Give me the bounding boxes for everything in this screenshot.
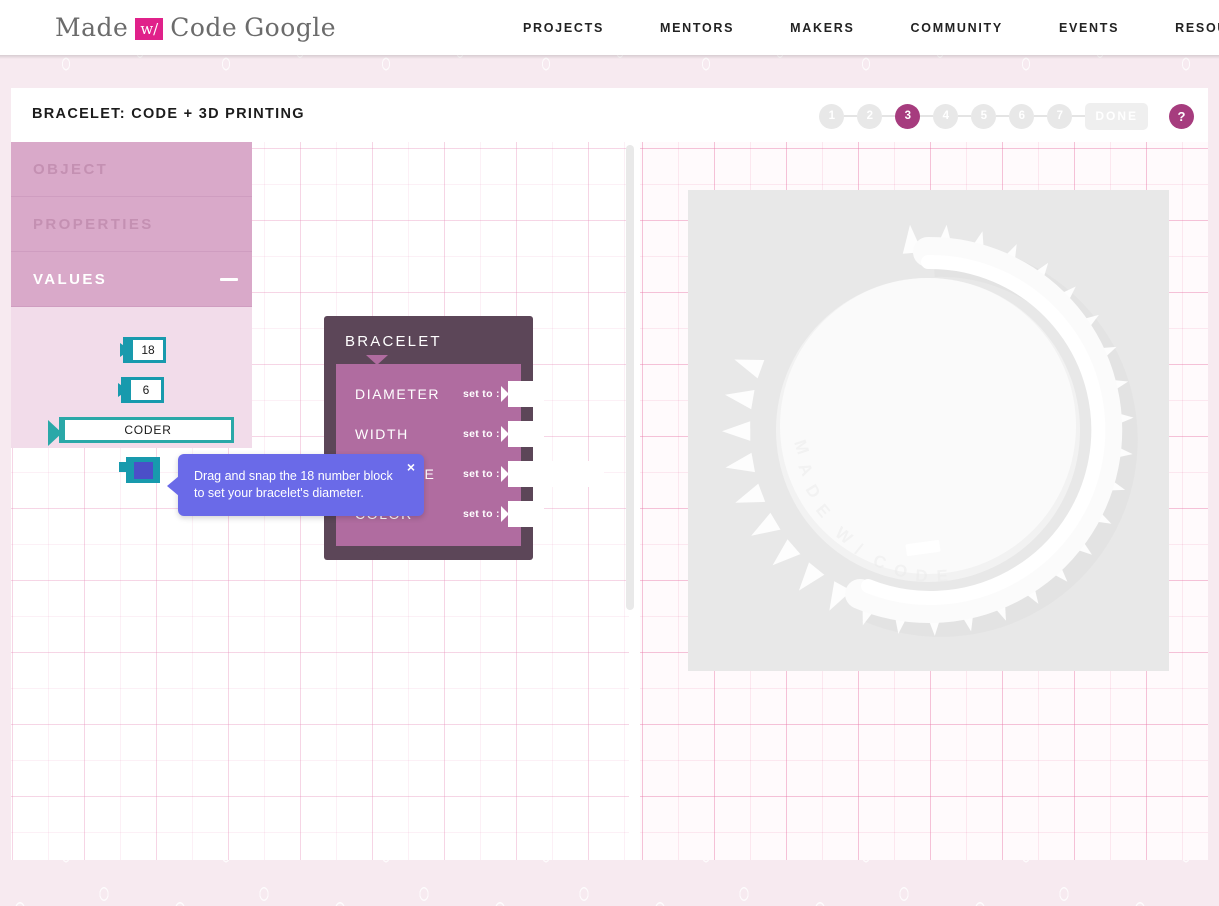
step-separator [1072, 115, 1086, 117]
bracelet-3d-model: M A D E W / C O D E [722, 224, 1138, 637]
step-separator [920, 115, 934, 117]
page-title: BRACELET: CODE + 3D PRINTING [32, 106, 305, 122]
tooltip-text: Drag and snap the 18 number block to set… [194, 469, 393, 500]
code-block-title: BRACELET [345, 333, 442, 350]
primary-nav-links: PROJECTS MENTORS MAKERS COMMUNITY EVENTS… [495, 0, 1219, 55]
code-row-slot-diameter[interactable] [500, 381, 544, 407]
code-row-slot-color[interactable] [500, 501, 544, 527]
code-row-diameter[interactable]: DIAMETER set to : [336, 374, 544, 414]
sidebar-section-values[interactable]: VALUES [11, 252, 252, 307]
sidebar-section-object[interactable]: OBJECT [11, 142, 252, 197]
code-row-slot-message[interactable] [500, 461, 604, 487]
step-dot-7[interactable]: 7 [1047, 103, 1073, 129]
logo-word-google: Google [244, 12, 337, 42]
nav-link-events[interactable]: EVENTS [1031, 21, 1147, 35]
values-palette: 18 6 CODER [11, 307, 252, 483]
help-button[interactable]: ? [1169, 103, 1194, 129]
nav-link-community[interactable]: COMMUNITY [883, 21, 1031, 35]
step-dot-3[interactable]: 3 [895, 103, 921, 129]
step-separator [958, 115, 972, 117]
code-row-label: DIAMETER [355, 386, 441, 402]
3d-viewport[interactable]: M A D E W / C O D E [688, 190, 1169, 671]
value-block-label: 6 [142, 383, 150, 397]
value-block-color-swatch[interactable] [119, 457, 160, 483]
code-row-setto-label: set to : [463, 468, 500, 480]
sidebar-section-label: PROPERTIES [33, 215, 154, 233]
preview-pane: M A D E W / C O D E [640, 142, 1208, 860]
logo-badge-with: w/ [135, 18, 164, 40]
nav-link-makers[interactable]: MAKERS [762, 21, 882, 35]
step-dot-5[interactable]: 5 [971, 103, 997, 129]
code-row-slot-width[interactable] [500, 421, 544, 447]
close-icon[interactable]: × [407, 460, 415, 474]
minus-collapse-icon[interactable] [220, 278, 238, 281]
nav-shadow [0, 55, 1219, 59]
instruction-tooltip: × Drag and snap the 18 number block to s… [167, 454, 424, 516]
step-separator [882, 115, 896, 117]
svg-text:D: D [915, 566, 929, 586]
top-navigation-bar: Made w/ Code Google PROJECTS MENTORS MAK… [0, 0, 1219, 55]
value-block-label: 18 [141, 343, 155, 357]
step-dot-6[interactable]: 6 [1009, 103, 1035, 129]
sidebar-section-label: OBJECT [33, 160, 109, 178]
nav-link-projects[interactable]: PROJECTS [495, 21, 632, 35]
code-row-setto-label: set to : [463, 508, 500, 520]
editor-body: M A D E W / C O D E OBJECT PROPERTIES VA… [11, 142, 1208, 860]
step-separator [844, 115, 858, 117]
value-block-text-coder[interactable]: CODER [48, 417, 234, 446]
made-with-code-logo[interactable]: Made w/ Code Google [55, 8, 336, 46]
step-progress-indicator: 1 2 3 4 5 6 7 DONE ? [819, 101, 1194, 131]
project-editor-card: BRACELET: CODE + 3D PRINTING 1 2 3 4 5 6… [11, 88, 1208, 860]
logo-word-code: Code [170, 12, 238, 42]
logo-word-made: Made [55, 12, 129, 42]
code-row-width[interactable]: WIDTH set to : [336, 414, 544, 454]
step-separator [1034, 115, 1048, 117]
color-swatch [133, 461, 153, 479]
value-block-number-18[interactable]: 18 [120, 337, 166, 363]
sidebar-section-properties[interactable]: PROPERTIES [11, 197, 252, 252]
step-separator [996, 115, 1010, 117]
code-row-setto-label: set to : [463, 428, 500, 440]
bracelet-code-block[interactable]: BRACELET DIAMETER set to : WIDTH set to … [324, 316, 604, 560]
nav-link-resources[interactable]: RESOURCES [1147, 21, 1219, 35]
code-row-setto-label: set to : [463, 388, 500, 400]
workspace-scrollbar[interactable] [626, 145, 634, 610]
step-dot-4[interactable]: 4 [933, 103, 959, 129]
tool-sidebar: OBJECT PROPERTIES VALUES 18 6 CODER [11, 142, 252, 483]
editor-title-bar: BRACELET: CODE + 3D PRINTING 1 2 3 4 5 6… [11, 88, 1208, 142]
sidebar-section-label: VALUES [33, 270, 108, 288]
svg-text:E: E [936, 566, 949, 586]
value-block-number-6[interactable]: 6 [118, 377, 164, 403]
step-dot-2[interactable]: 2 [857, 103, 883, 129]
value-block-label: CODER [124, 423, 172, 437]
step-dot-1[interactable]: 1 [819, 103, 845, 129]
nav-link-mentors[interactable]: MENTORS [632, 21, 762, 35]
done-button[interactable]: DONE [1085, 102, 1148, 130]
code-row-label: WIDTH [355, 426, 409, 442]
